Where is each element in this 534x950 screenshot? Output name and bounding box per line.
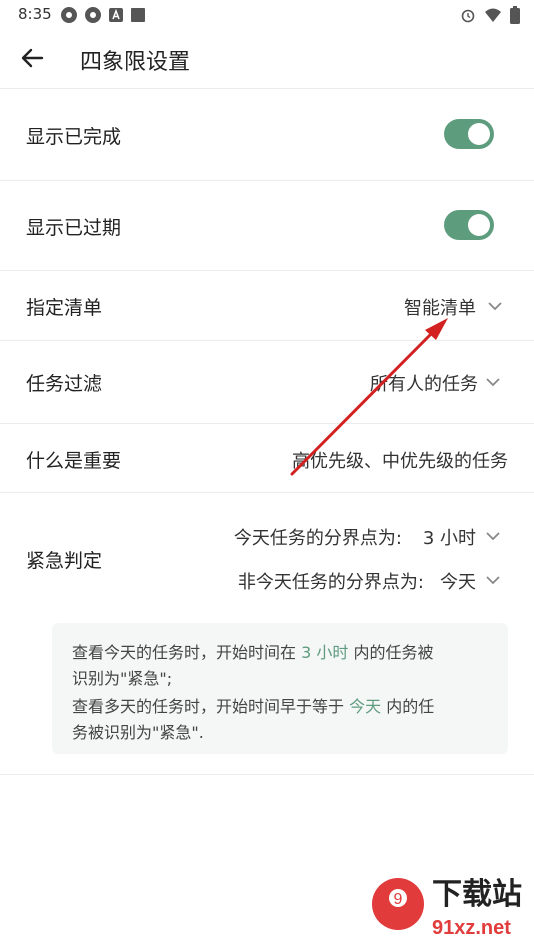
setting-label: 任务过滤 xyxy=(26,373,103,395)
task-filter-value[interactable]: 所有人的任务 xyxy=(370,370,478,396)
toggle-knob xyxy=(468,123,490,145)
show-completed-toggle[interactable] xyxy=(444,119,494,149)
info-line: 查看今天的任务时，开始时间在 3 小时 内的任务被 xyxy=(72,639,434,663)
back-arrow-icon[interactable] xyxy=(18,44,46,72)
chevron-down-icon[interactable] xyxy=(486,531,500,541)
app-notification-icon xyxy=(85,7,101,23)
watermark-logo-icon: 9 下载站 91xz.net xyxy=(372,878,522,939)
nontoday-threshold-value[interactable]: 今天 xyxy=(440,568,476,594)
setting-designated-list[interactable]: 指定清单 智能清单 xyxy=(0,271,534,341)
info-highlight: 今天 xyxy=(349,697,382,716)
setting-task-filter[interactable]: 任务过滤 所有人的任务 xyxy=(0,341,534,424)
page-title: 四象限设置 xyxy=(80,50,191,75)
setting-label: 紧急判定 xyxy=(26,550,103,572)
setting-show-completed[interactable]: 显示已完成 xyxy=(0,89,534,181)
info-line: 查看多天的任务时，开始时间早于等于 今天 内的任 xyxy=(72,693,434,717)
info-highlight: 3 小时 xyxy=(301,643,349,662)
designated-list-value[interactable]: 智能清单 xyxy=(404,294,476,320)
importance-value[interactable]: 高优先级、中优先级的任务 xyxy=(292,447,508,473)
setting-label: 显示已过期 xyxy=(26,217,122,239)
svg-text:9: 9 xyxy=(394,891,403,908)
status-time: 8:35 xyxy=(18,5,52,23)
urgency-info-box: 查看今天的任务时，开始时间在 3 小时 内的任务被 识别为"紧急"; 查看多天的… xyxy=(52,623,508,754)
show-overdue-toggle[interactable] xyxy=(444,210,494,240)
notification-icons xyxy=(60,6,146,24)
setting-label: 显示已完成 xyxy=(26,126,122,148)
chevron-down-icon[interactable] xyxy=(486,377,500,387)
setting-importance[interactable]: 什么是重要 高优先级、中优先级的任务 xyxy=(0,424,534,493)
app-bar: 四象限设置 xyxy=(0,30,534,89)
info-text: 内的任务被 xyxy=(353,643,434,662)
today-threshold-value[interactable]: 3 小时 xyxy=(423,524,476,550)
info-text: 查看多天的任务时，开始时间早于等于 xyxy=(72,697,345,716)
chevron-down-icon[interactable] xyxy=(486,575,500,585)
app-notification-icon xyxy=(61,7,77,23)
toggle-knob xyxy=(468,214,490,236)
setting-label: 指定清单 xyxy=(26,297,103,319)
alarm-icon xyxy=(461,9,475,23)
square-notification-icon xyxy=(131,8,145,22)
system-icons xyxy=(460,6,520,24)
chevron-down-icon[interactable] xyxy=(488,301,502,311)
setting-label: 什么是重要 xyxy=(26,450,122,472)
watermark-brand: 下载站 xyxy=(432,878,522,911)
watermark-domain: 91xz.net xyxy=(432,917,511,939)
battery-icon xyxy=(510,6,520,24)
info-text: 内的任 xyxy=(386,697,435,716)
info-line: 务被识别为"紧急". xyxy=(72,723,204,742)
today-threshold-label: 今天任务的分界点为: xyxy=(233,528,402,549)
nontoday-threshold-label: 非今天任务的分界点为: xyxy=(237,572,424,593)
wifi-icon xyxy=(485,8,501,22)
text-notification-icon xyxy=(109,8,123,22)
status-bar: 8:35 xyxy=(0,0,534,30)
info-line: 识别为"紧急"; xyxy=(72,669,173,688)
info-text: 查看今天的任务时，开始时间在 xyxy=(72,643,297,662)
setting-show-overdue[interactable]: 显示已过期 xyxy=(0,181,534,271)
